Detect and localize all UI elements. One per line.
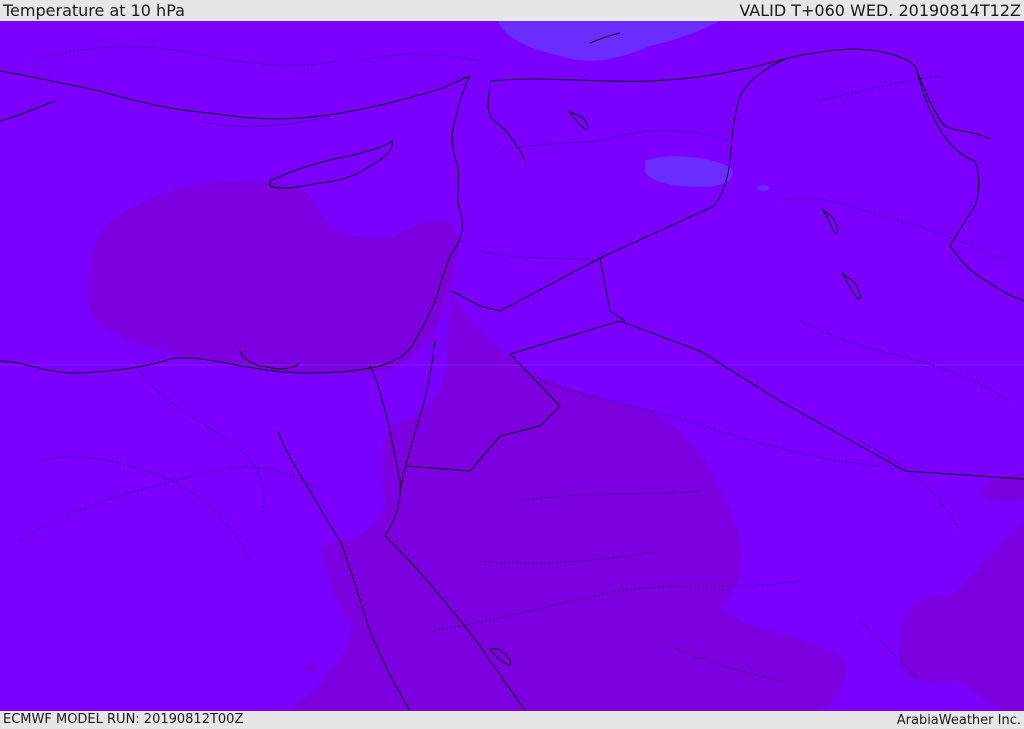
credit-label: ArabiaWeather Inc. bbox=[896, 713, 1021, 728]
warm-spot-a bbox=[345, 638, 371, 652]
footer-bar: ECMWF MODEL RUN: 20190812T00Z ArabiaWeat… bbox=[0, 711, 1024, 729]
map-title: Temperature at 10 hPa bbox=[3, 1, 185, 20]
weather-map bbox=[0, 21, 1024, 711]
model-run: ECMWF MODEL RUN: 20190812T00Z bbox=[3, 712, 244, 727]
valid-time: VALID T+060 WED. 20190814T12Z bbox=[739, 1, 1021, 20]
cool-spot bbox=[757, 185, 769, 191]
warm-spot-b bbox=[302, 664, 318, 672]
header-bar: Temperature at 10 hPa VALID T+060 WED. 2… bbox=[0, 0, 1024, 21]
